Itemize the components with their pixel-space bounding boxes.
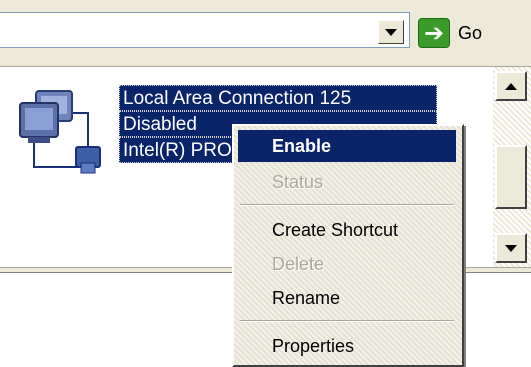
chevron-down-icon — [385, 28, 397, 36]
chevron-down-icon — [505, 244, 517, 252]
scroll-up-button[interactable] — [495, 71, 527, 101]
scroll-down-button[interactable] — [495, 233, 527, 263]
address-input[interactable] — [0, 12, 410, 48]
network-connection-icon[interactable] — [14, 87, 114, 179]
address-bar-strip: ➔ Go — [0, 0, 531, 67]
vertical-scrollbar[interactable] — [493, 67, 531, 267]
menu-item-enable[interactable]: Enable — [238, 130, 456, 162]
go-button[interactable]: ➔ Go — [418, 16, 502, 50]
context-menu: Enable Status Create Shortcut Delete Ren… — [232, 124, 464, 367]
scroll-thumb[interactable] — [495, 145, 527, 209]
connection-name: Local Area Connection 125 — [119, 85, 437, 111]
chevron-up-icon — [505, 82, 517, 90]
menu-item-properties[interactable]: Properties — [238, 330, 456, 362]
menu-item-create-shortcut[interactable]: Create Shortcut — [238, 214, 456, 246]
menu-item-delete: Delete — [272, 253, 325, 274]
menu-item-rename[interactable]: Rename — [238, 282, 456, 314]
go-label: Go — [458, 22, 483, 43]
menu-separator — [240, 204, 454, 206]
menu-item-status: Status — [272, 171, 324, 192]
menu-separator — [240, 320, 454, 322]
address-dropdown-button[interactable] — [378, 20, 404, 44]
go-arrow-icon: ➔ — [418, 18, 450, 48]
